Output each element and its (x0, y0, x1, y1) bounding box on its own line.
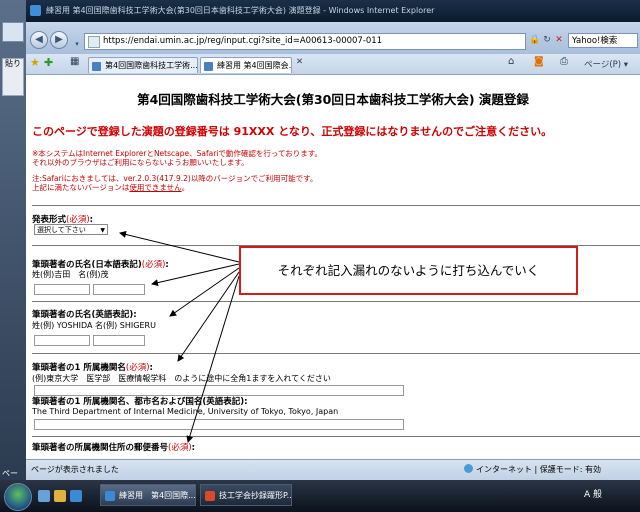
last-name-en-input[interactable] (34, 335, 90, 346)
colon: : (244, 397, 248, 407)
status-text: ページが表示されました (31, 465, 119, 474)
version-note: 上記に満たないバージョンは使用できません。 (32, 182, 189, 193)
desktop-bottom-label: ペー (2, 469, 18, 478)
feeds-icon[interactable]: ◙ (534, 56, 544, 67)
url-text: https://endai.umin.ac.jp/reg/input.cgi?s… (103, 36, 383, 46)
author-name-en-example: 姓(例) YOSHIDA 名(例) SHIGERU (32, 321, 156, 330)
divider (32, 353, 640, 354)
colon: : (165, 260, 169, 270)
affiliation-en-input[interactable] (34, 419, 404, 430)
ie-quicklaunch-icon[interactable] (70, 490, 82, 502)
folder-icon[interactable] (54, 490, 66, 502)
ie-window: 練習用 第4回国際歯科技工学術大会(第30回日本歯科技工学術大会) 演題登録 -… (26, 0, 640, 481)
history-dropdown-icon[interactable]: ▾ (70, 37, 84, 52)
taskbar-item-doc[interactable]: 技工学会抄録躍形P... (200, 484, 292, 506)
window-title: 練習用 第4回国際歯科技工学術大会(第30回日本歯科技工学術大会) 演題登録 -… (46, 6, 435, 15)
desktop-left-edge: 貼り ペー (0, 0, 26, 480)
status-bar: ページが表示されました インターネット | 保護モード: 有効 (26, 459, 640, 481)
paste-button[interactable]: 貼り (2, 58, 24, 96)
colon: : (149, 363, 153, 373)
stop-icon[interactable]: ✕ (552, 33, 566, 48)
required-mark: (必須) (141, 260, 166, 270)
task-label: 練習用 第4回国際... (119, 491, 196, 500)
unsupported-link[interactable]: 使用できません (129, 183, 181, 192)
page-menu[interactable]: ページ(P) ▾ (584, 58, 628, 70)
back-button[interactable]: ◀ (30, 31, 48, 49)
word-app-icon[interactable] (2, 22, 24, 42)
language-bar[interactable]: A 般 (584, 487, 602, 500)
print-icon[interactable]: ⎙ (560, 56, 568, 67)
favorites-star-icon[interactable]: ★ (30, 56, 40, 69)
tab-page-icon (92, 62, 101, 71)
search-input[interactable]: Yahoo!検索 (568, 33, 638, 48)
show-desktop-icon[interactable] (38, 490, 50, 502)
instruction-callout: それぞれ記入漏れのないように打ち込んでいく (239, 246, 578, 295)
required-mark: (必須) (168, 443, 192, 453)
presentation-type-select[interactable]: 選択して下さい ▼ (34, 224, 108, 235)
task-label: 技工学会抄録躍形P... (219, 491, 292, 500)
document-icon (205, 491, 215, 501)
page-icon (88, 36, 100, 48)
label-text: 筆頭著者の1 所属機関名 (32, 363, 126, 373)
version-note-end: 。 (181, 183, 190, 192)
forward-button[interactable]: ▶ (50, 31, 68, 49)
first-name-en-input[interactable] (93, 335, 145, 346)
title-bar: 練習用 第4回国際歯科技工学術大会(第30回日本歯科技工学術大会) 演題登録 -… (26, 0, 640, 22)
page-title: 第4回国際歯科技工学術大会(第30回日本歯科技工学術大会) 演題登録 (137, 92, 529, 107)
author-name-en-label: 筆頭著者の氏名(英語表記): (32, 308, 137, 320)
affiliation-en-label: 筆頭著者の1 所属機関名、都市名および国名(英語表記): (32, 395, 248, 407)
divider (32, 436, 640, 437)
postal-code-label: 筆頭著者の所属機関住所の郵便番号(必須): (32, 441, 195, 453)
callout-text: それぞれ記入漏れのないように打ち込んでいく (277, 263, 540, 278)
tab-main-site[interactable]: 第4回国際歯科技工学術... (88, 57, 198, 73)
affiliation-en-example: The Third Department of Internal Medicin… (32, 407, 339, 416)
close-tab-icon[interactable]: ✕ (296, 57, 303, 67)
zone-text: インターネット | 保護モード: 有効 (476, 465, 602, 474)
address-field[interactable]: https://endai.umin.ac.jp/reg/input.cgi?s… (84, 33, 526, 50)
required-mark: (必須) (125, 363, 150, 373)
paste-label: 貼り (5, 59, 21, 68)
ie-icon (105, 491, 115, 501)
taskbar-item-ie[interactable]: 練習用 第4回国際... (100, 484, 196, 506)
first-name-jp-input[interactable] (93, 284, 145, 295)
tab-label: 練習用 第4回国際会... (217, 61, 292, 70)
label-text: 筆頭著者の氏名(英語表記) (32, 310, 134, 320)
colon: : (133, 310, 137, 320)
tab-practice[interactable]: 練習用 第4回国際会... (200, 57, 292, 73)
quick-tabs-icon[interactable]: ▦ (70, 56, 79, 67)
label-text: 筆頭著者の1 所属機関名、都市名および国名(英語表記) (32, 397, 245, 407)
taskbar: 練習用 第4回国際... 技工学会抄録躍形P... A 般 (0, 480, 640, 512)
author-name-jp-example: 姓(例)吉田 名(例)茂 (32, 270, 109, 279)
affiliation-jp-example: (例)東京大学 医学部 医療情報学科 のように途中に全角1ますを入れてください (32, 374, 331, 383)
select-value: 選択して下さい (37, 226, 86, 234)
security-zone: インターネット | 保護モード: 有効 (464, 464, 601, 475)
affiliation-jp-label: 筆頭著者の1 所属機関名(必須): (32, 361, 153, 373)
start-button[interactable] (4, 483, 32, 511)
tab-bar: ★ ✚ ▦ 第4回国際歯科技工学術... 練習用 第4回国際会... ✕ ⌂ ◙… (26, 54, 640, 75)
colon: : (191, 443, 196, 453)
tab-page-icon (204, 62, 213, 71)
add-favorites-icon[interactable]: ✚ (44, 56, 53, 69)
divider (32, 205, 640, 206)
registration-notice: このページで登録した演題の登録番号は 91XXX となり、正式登録にはなりません… (32, 125, 553, 138)
divider (32, 301, 640, 302)
home-icon[interactable]: ⌂ (508, 56, 514, 67)
ie-icon (30, 5, 41, 16)
address-toolbar: ◀ ▶ ▾ https://endai.umin.ac.jp/reg/input… (26, 22, 640, 54)
version-note-text: 上記に満たないバージョンは (32, 183, 130, 192)
page-menu-label: ページ(P) (584, 60, 622, 70)
globe-icon (464, 464, 473, 473)
tab-label: 第4回国際歯科技工学術... (105, 61, 198, 70)
browser-note-2: それ以外のブラウザはご利用にならないようお願いいたします。 (32, 158, 249, 167)
label-text: 筆頭著者の所属機関住所の郵便番号 (32, 443, 169, 453)
chevron-down-icon: ▼ (100, 227, 105, 234)
last-name-jp-input[interactable] (34, 284, 90, 295)
